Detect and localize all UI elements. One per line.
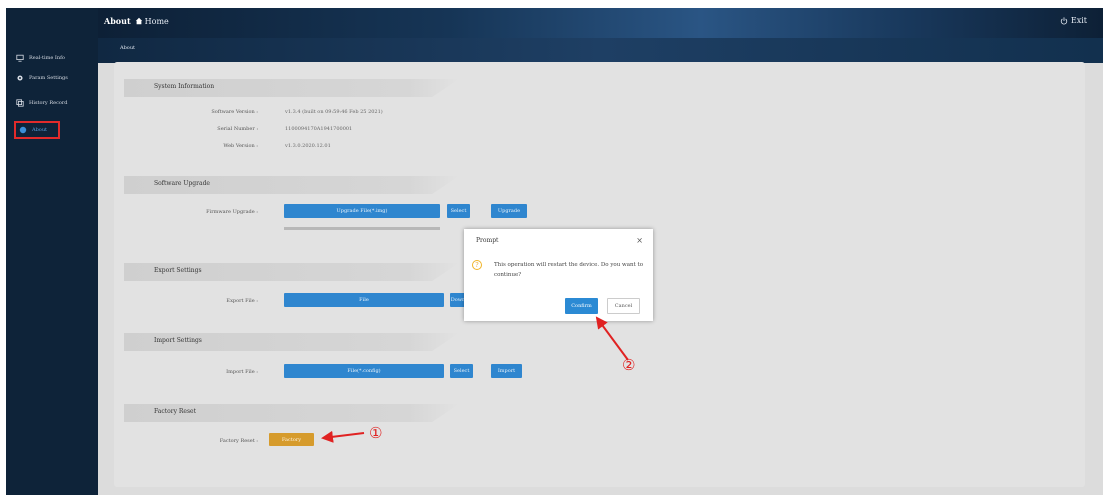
- tab-bar: About: [98, 38, 1103, 63]
- section-heading: System Information: [154, 83, 215, 90]
- close-icon[interactable]: ×: [636, 236, 643, 245]
- sidebar-item-realtime-info[interactable]: Real-time Info: [16, 51, 65, 65]
- exit-label: Exit: [1070, 16, 1087, 25]
- upgrade-button[interactable]: Upgrade: [491, 204, 527, 218]
- section-export-settings: Export Settings: [124, 263, 459, 281]
- sidebar-item-about[interactable]: About: [14, 121, 60, 139]
- section-heading: Export Settings: [154, 267, 202, 274]
- sidebar-item-label: Param Settings: [29, 75, 68, 81]
- home-label: Home: [144, 16, 169, 26]
- monitor-icon: [16, 54, 24, 62]
- power-icon: [1060, 16, 1068, 24]
- section-heading: Import Settings: [154, 337, 202, 344]
- section-heading: Factory Reset: [154, 408, 196, 415]
- confirm-dialog: Prompt × ? This operation will restart t…: [464, 229, 653, 321]
- software-version-label: Software Version :: [211, 109, 258, 115]
- page-title: About: [104, 16, 131, 26]
- home-link[interactable]: Home: [135, 17, 169, 26]
- dialog-title: Prompt: [476, 237, 499, 244]
- sidebar-item-history-record[interactable]: History Record: [16, 96, 67, 110]
- step1-marker: ①: [369, 424, 383, 442]
- serial-number-label: Serial Number :: [217, 126, 258, 132]
- software-version-value: v1.3.4 (built on 09:59:46 Feb 25 2021): [285, 109, 383, 115]
- factory-reset-label: Factory Reset :: [219, 438, 258, 444]
- step2-marker: ②: [622, 356, 636, 374]
- section-system-information: System Information: [124, 79, 459, 97]
- firmware-upgrade-label: Firmware Upgrade :: [206, 209, 258, 215]
- import-file-label: Import File :: [226, 369, 258, 375]
- factory-reset-button[interactable]: Factory: [269, 433, 314, 446]
- cancel-button[interactable]: Cancel: [607, 298, 640, 314]
- sidebar: Real-time Info Param Settings History Re…: [6, 8, 98, 495]
- serial-number-value: 1100094170A1941700001: [285, 126, 353, 132]
- sidebar-item-param-settings[interactable]: Param Settings: [16, 71, 68, 85]
- export-file-field[interactable]: File: [284, 293, 444, 307]
- web-version-label: Web Version :: [223, 143, 258, 149]
- top-header: About Home Exit: [98, 8, 1103, 38]
- section-heading: Software Upgrade: [154, 180, 210, 187]
- confirm-button[interactable]: Confirm: [565, 298, 598, 314]
- sidebar-item-label: Real-time Info: [29, 55, 65, 61]
- dialog-message: This operation will restart the device. …: [494, 262, 644, 278]
- upgrade-file-field[interactable]: Upgrade File(*.img): [284, 204, 440, 218]
- history-icon: [16, 99, 24, 107]
- import-file-field[interactable]: File(*.config): [284, 364, 444, 378]
- sidebar-item-label: About: [32, 127, 48, 133]
- tab-about[interactable]: About: [120, 45, 135, 51]
- exit-button[interactable]: Exit: [1060, 16, 1087, 25]
- page-header: About Home: [104, 16, 169, 26]
- sidebar-item-label: History Record: [29, 100, 68, 106]
- select-button[interactable]: Select: [450, 364, 473, 378]
- import-button[interactable]: Import: [491, 364, 522, 378]
- section-import-settings: Import Settings: [124, 333, 459, 351]
- gear-icon: [17, 75, 23, 81]
- web-version-value: v1.3.0.2020.12.01: [285, 143, 331, 149]
- home-icon: [135, 17, 142, 25]
- select-button[interactable]: Select: [447, 204, 470, 218]
- info-icon: [19, 126, 27, 134]
- upgrade-progress-bar: [284, 227, 440, 230]
- section-factory-reset: Factory Reset: [124, 404, 459, 422]
- export-file-label: Export File :: [226, 298, 258, 304]
- section-software-upgrade: Software Upgrade: [124, 176, 459, 194]
- question-icon: ?: [472, 260, 482, 270]
